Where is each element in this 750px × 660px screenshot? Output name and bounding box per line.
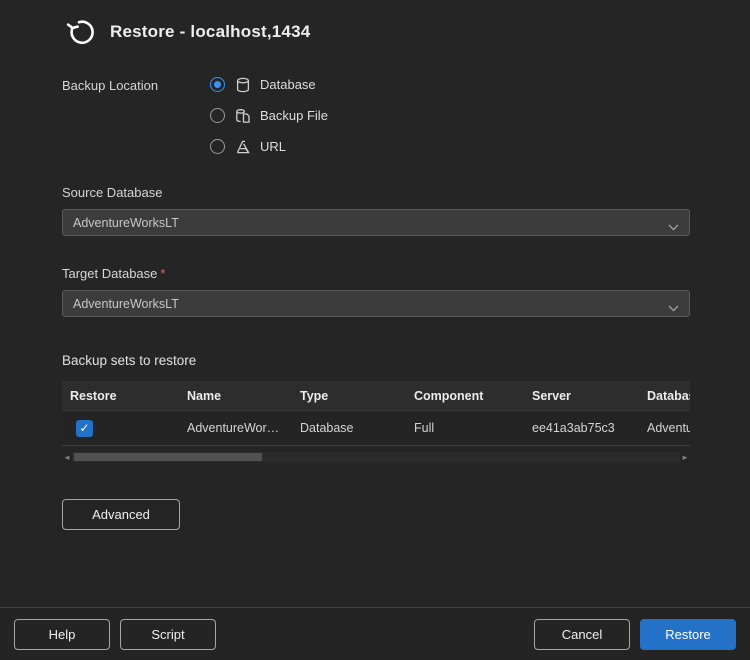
backup-sets-table: Restore Name Type Component Server Datab… — [62, 381, 690, 446]
column-header-type[interactable]: Type — [292, 389, 406, 403]
backup-sets-label: Backup sets to restore — [62, 353, 690, 368]
restore-button[interactable]: Restore — [640, 619, 736, 650]
url-icon — [234, 138, 251, 155]
radio-option-database[interactable]: Database — [210, 76, 328, 93]
target-database-dropdown[interactable]: AdventureWorksLT — [62, 290, 690, 317]
column-header-name[interactable]: Name — [179, 389, 292, 403]
scroll-left-icon[interactable]: ◄ — [62, 451, 72, 463]
required-marker: * — [160, 266, 165, 281]
table-header-row: Restore Name Type Component Server Datab… — [62, 381, 690, 411]
chevron-down-icon — [668, 220, 679, 227]
help-button[interactable]: Help — [14, 619, 110, 650]
radio-label-url: URL — [260, 139, 286, 154]
target-database-label: Target Database* — [62, 266, 690, 281]
column-header-restore[interactable]: Restore — [62, 389, 179, 403]
column-header-component[interactable]: Component — [406, 389, 524, 403]
cell-database: AdventureWorksLT — [639, 421, 690, 435]
radio-label-backup-file: Backup File — [260, 108, 328, 123]
backup-location-label: Backup Location — [62, 76, 210, 93]
radio-label-database: Database — [260, 77, 316, 92]
source-database-dropdown[interactable]: AdventureWorksLT — [62, 209, 690, 236]
column-header-database[interactable]: Database — [639, 389, 690, 403]
restore-dialog: Restore - localhost,1434 Backup Location… — [0, 0, 750, 530]
dialog-footer: Help Script Cancel Restore — [0, 607, 750, 660]
radio-button-database[interactable] — [210, 77, 225, 92]
scrollbar-track[interactable] — [72, 452, 680, 462]
horizontal-scrollbar[interactable]: ◄ ► — [62, 451, 690, 463]
cell-component: Full — [406, 421, 524, 435]
backup-file-icon — [234, 107, 251, 124]
target-database-value: AdventureWorksLT — [73, 297, 179, 311]
backup-location-options: Database Backup File — [210, 76, 328, 155]
radio-option-backup-file[interactable]: Backup File — [210, 107, 328, 124]
cancel-button[interactable]: Cancel — [534, 619, 630, 650]
dialog-header: Restore - localhost,1434 — [62, 14, 690, 50]
cell-type: Database — [292, 421, 406, 435]
scrollbar-thumb[interactable] — [74, 453, 262, 461]
restore-icon — [62, 14, 98, 50]
source-database-value: AdventureWorksLT — [73, 216, 179, 230]
table-row[interactable]: ✓ AdventureWorks... Database Full ee41a3… — [62, 411, 690, 446]
scroll-right-icon[interactable]: ► — [680, 451, 690, 463]
cell-name: AdventureWorks... — [179, 421, 292, 435]
source-database-label: Source Database — [62, 185, 690, 200]
cell-server: ee41a3ab75c3 — [524, 421, 639, 435]
backup-location-section: Backup Location Database — [62, 76, 690, 155]
script-button[interactable]: Script — [120, 619, 216, 650]
restore-checkbox[interactable]: ✓ — [76, 420, 93, 437]
database-icon — [234, 76, 251, 93]
radio-button-backup-file[interactable] — [210, 108, 225, 123]
radio-option-url[interactable]: URL — [210, 138, 328, 155]
advanced-button[interactable]: Advanced — [62, 499, 180, 530]
chevron-down-icon — [668, 301, 679, 308]
column-header-server[interactable]: Server — [524, 389, 639, 403]
page-title: Restore - localhost,1434 — [110, 22, 310, 42]
radio-button-url[interactable] — [210, 139, 225, 154]
